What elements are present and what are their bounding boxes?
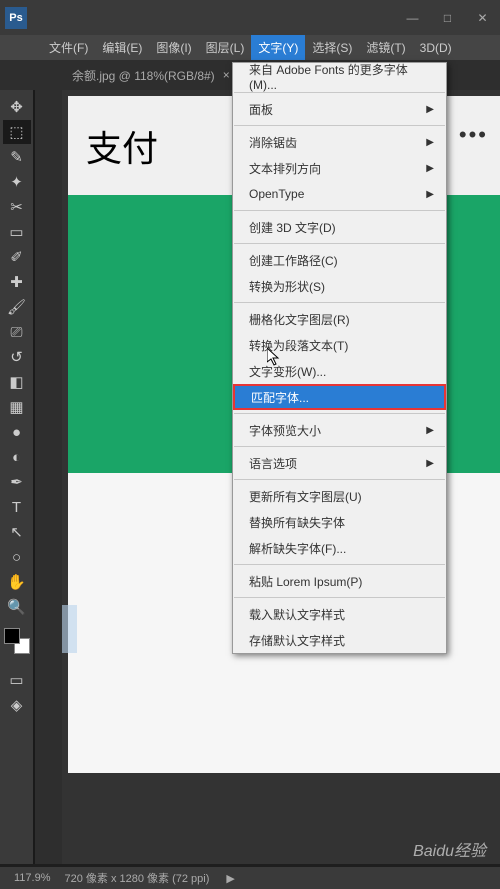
- hand-tool[interactable]: ✋: [3, 570, 31, 594]
- menu-paste-lorem[interactable]: 粘贴 Lorem Ipsum(P): [233, 568, 446, 594]
- heal-tool[interactable]: ✚: [3, 270, 31, 294]
- screen-mode-icon[interactable]: ◈: [3, 693, 31, 717]
- separator: [234, 302, 445, 303]
- menu-anti-alias-label: 消除锯齿: [249, 134, 297, 151]
- close-button[interactable]: ✕: [465, 0, 500, 35]
- menu-warp[interactable]: 文字变形(W)...: [233, 358, 446, 384]
- window-controls: — □ ✕: [395, 0, 500, 35]
- status-arrow-icon[interactable]: ▶: [226, 872, 234, 885]
- frame-tool[interactable]: ▭: [3, 220, 31, 244]
- menu-more-fonts[interactable]: 来自 Adobe Fonts 的更多字体(M)...: [233, 63, 446, 89]
- menu-image[interactable]: 图像(I): [149, 35, 198, 60]
- titlebar: Ps — □ ✕: [0, 0, 500, 35]
- color-swatch[interactable]: [4, 628, 30, 654]
- path-tool[interactable]: ↖: [3, 520, 31, 544]
- gradient-tool[interactable]: ▦: [3, 395, 31, 419]
- menu-resolve-missing[interactable]: 解析缺失字体(F)...: [233, 535, 446, 561]
- toolbar-dock: [34, 90, 62, 864]
- stamp-tool[interactable]: ⎚: [3, 320, 31, 344]
- submenu-arrow-icon: ▶: [426, 137, 434, 148]
- menu-update-all[interactable]: 更新所有文字图层(U): [233, 483, 446, 509]
- selection-marker: [62, 605, 77, 653]
- menu-replace-missing[interactable]: 替换所有缺失字体: [233, 509, 446, 535]
- zoom-tool[interactable]: 🔍: [3, 595, 31, 619]
- menu-edit[interactable]: 编辑(E): [95, 35, 149, 60]
- menu-match-font[interactable]: 匹配字体...: [233, 384, 446, 410]
- menu-type[interactable]: 文字(Y): [251, 35, 305, 60]
- document-header-text: 支付: [86, 120, 158, 172]
- menubar: 文件(F) 编辑(E) 图像(I) 图层(L) 文字(Y) 选择(S) 滤镜(T…: [0, 35, 500, 60]
- ps-logo: Ps: [5, 7, 27, 29]
- menu-rasterize[interactable]: 栅格化文字图层(R): [233, 306, 446, 332]
- brush-tool[interactable]: 🖌: [3, 295, 31, 319]
- menu-lang-label: 语言选项: [249, 455, 297, 472]
- cursor-icon: [267, 348, 283, 370]
- menu-lang[interactable]: 语言选项 ▶: [233, 450, 446, 476]
- menu-preview-size-label: 字体预览大小: [249, 422, 321, 439]
- menu-save-default[interactable]: 存储默认文字样式: [233, 627, 446, 653]
- file-tab-label: 余额.jpg @ 118%(RGB/8#): [72, 67, 215, 84]
- menu-para[interactable]: 转换为段落文本(T): [233, 332, 446, 358]
- file-tab-close-icon[interactable]: ×: [223, 68, 230, 82]
- menu-orientation-label: 文本排列方向: [249, 160, 321, 177]
- statusbar: 117.9% 720 像素 x 1280 像素 (72 ppi) ▶: [0, 867, 500, 889]
- lasso-tool[interactable]: ✎: [3, 145, 31, 169]
- submenu-arrow-icon: ▶: [426, 425, 434, 436]
- foreground-color[interactable]: [4, 628, 20, 644]
- magic-tool[interactable]: ✦: [3, 170, 31, 194]
- submenu-arrow-icon: ▶: [426, 104, 434, 115]
- menu-panel[interactable]: 面板 ▶: [233, 96, 446, 122]
- separator: [234, 210, 445, 211]
- menu-layer[interactable]: 图层(L): [199, 35, 252, 60]
- menu-anti-alias[interactable]: 消除锯齿 ▶: [233, 129, 446, 155]
- menu-create-3d[interactable]: 创建 3D 文字(D): [233, 214, 446, 240]
- minimize-button[interactable]: —: [395, 0, 430, 35]
- menu-orientation[interactable]: 文本排列方向 ▶: [233, 155, 446, 181]
- type-menu-dropdown: 来自 Adobe Fonts 的更多字体(M)... 面板 ▶ 消除锯齿 ▶ 文本排…: [232, 62, 447, 654]
- menu-opentype[interactable]: OpenType ▶: [233, 181, 446, 207]
- status-zoom[interactable]: 117.9%: [14, 872, 51, 884]
- eyedrop-tool[interactable]: ✐: [3, 245, 31, 269]
- separator: [234, 92, 445, 93]
- toolbar-left: ✥ ⬚ ✎ ✦ ✂ ▭ ✐ ✚ 🖌 ⎚ ↺ ◧ ▦ ● ◐ ✒ T ↖ ○ ✋ …: [0, 90, 34, 864]
- submenu-arrow-icon: ▶: [426, 458, 434, 469]
- status-dims: 720 像素 x 1280 像素 (72 ppi): [65, 870, 210, 886]
- maximize-button[interactable]: □: [430, 0, 465, 35]
- menu-filter[interactable]: 滤镜(T): [359, 35, 412, 60]
- menu-opentype-label: OpenType: [249, 187, 304, 201]
- pen-tool[interactable]: ✒: [3, 470, 31, 494]
- watermark: Baidu经验: [413, 837, 486, 861]
- separator: [234, 243, 445, 244]
- quickmask-icon[interactable]: ▭: [3, 668, 31, 692]
- menu-convert-shape[interactable]: 转换为形状(S): [233, 273, 446, 299]
- submenu-arrow-icon: ▶: [426, 163, 434, 174]
- menu-panel-label: 面板: [249, 101, 273, 118]
- type-tool[interactable]: T: [3, 495, 31, 519]
- separator: [234, 597, 445, 598]
- move-tool[interactable]: ✥: [3, 95, 31, 119]
- shape-tool[interactable]: ○: [3, 545, 31, 569]
- marquee-tool[interactable]: ⬚: [3, 120, 31, 144]
- menu-load-default[interactable]: 载入默认文字样式: [233, 601, 446, 627]
- menu-select[interactable]: 选择(S): [305, 35, 359, 60]
- separator: [234, 413, 445, 414]
- dodge-tool[interactable]: ◐: [3, 445, 31, 469]
- separator: [234, 564, 445, 565]
- blur-tool[interactable]: ●: [3, 420, 31, 444]
- separator: [234, 479, 445, 480]
- submenu-arrow-icon: ▶: [426, 189, 434, 200]
- menu-3d[interactable]: 3D(D): [413, 35, 459, 60]
- separator: [234, 125, 445, 126]
- menu-file[interactable]: 文件(F): [42, 35, 95, 60]
- menu-preview-size[interactable]: 字体预览大小 ▶: [233, 417, 446, 443]
- more-icon[interactable]: •••: [459, 122, 488, 148]
- history-tool[interactable]: ↺: [3, 345, 31, 369]
- menu-create-path[interactable]: 创建工作路径(C): [233, 247, 446, 273]
- separator: [234, 446, 445, 447]
- eraser-tool[interactable]: ◧: [3, 370, 31, 394]
- crop-tool[interactable]: ✂: [3, 195, 31, 219]
